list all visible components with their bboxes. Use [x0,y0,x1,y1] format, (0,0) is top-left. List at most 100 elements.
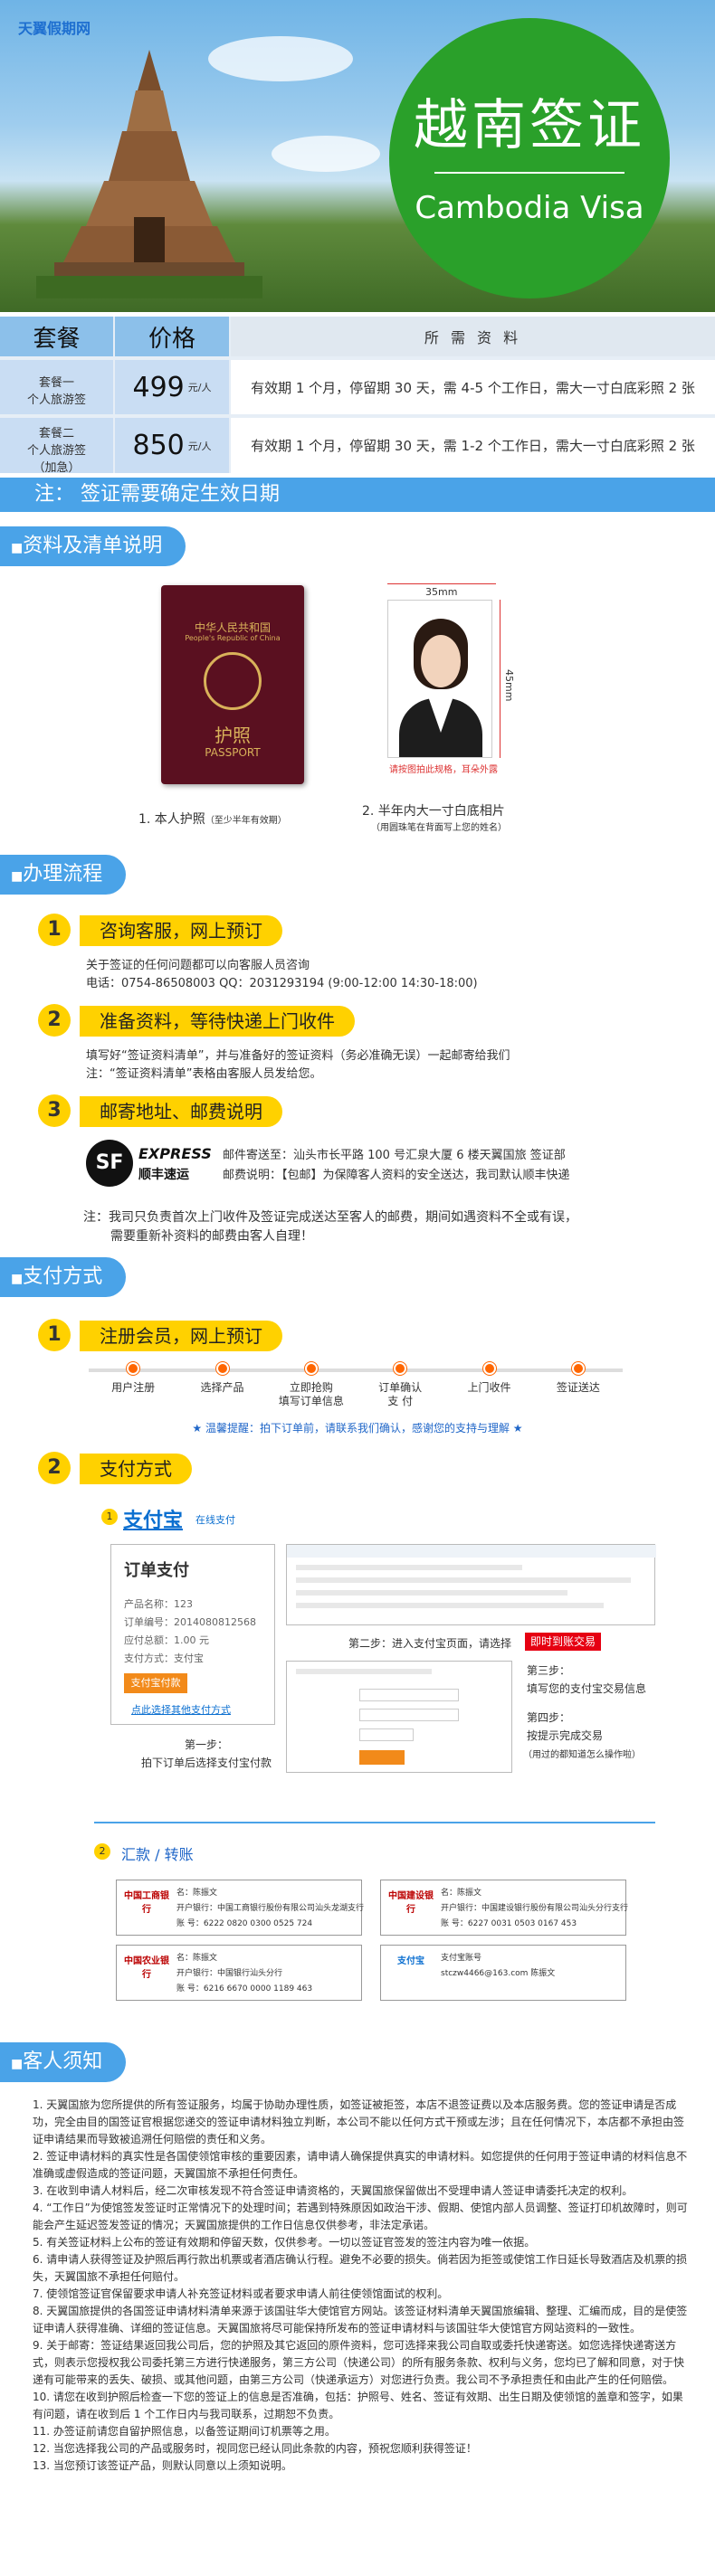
divider [94,1822,655,1823]
alipay-pay-button[interactable]: 支付宝付款 [124,1673,187,1693]
package-name: 套餐一 [38,376,74,390]
cloud [272,136,380,172]
step-b-label: 第二步：进入支付宝页面，请选择 [348,1637,512,1650]
price-2: 850 元/人 [115,418,229,473]
price-unit: 元/人 [187,440,212,452]
step-d-desc: 按提示完成交易 [527,1729,604,1742]
instant-transfer-button[interactable]: 即时到账交易 [525,1633,602,1651]
notice-item: 11. 办签证前请您自留护照信息，以备签证期间订机票等之用。 [33,2425,336,2438]
step-title-3: 邮寄地址、邮费说明 [80,1096,282,1127]
flow-step-dot [571,1362,585,1375]
section-title: ■资料及清单说明 [0,526,186,566]
notice-list: 1. 天翼国旅为您所提供的所有签证服务，均属于协助办理性质，如签证被拒签，本店不… [33,2097,693,2475]
header-package: 套餐 [0,317,113,356]
process-footnote-2: 需要重新补资料的邮费由客人自理！ [110,1229,313,1244]
flow-step-label: 上门收件 [467,1381,511,1394]
package-sub2: （加急） [33,461,81,475]
notice-item: 9. 关于邮寄：签证结果返回我公司后，您的护照及其它返回的原件资料，您可选择来我… [33,2339,685,2386]
notice-item: 5. 有关签证材料上公布的签证有效期和停留天数，仅供参考。一切以签证官签发的签注… [33,2236,536,2249]
step-number-1: 1 [38,914,71,946]
bank-logo: 中国工商银行 [124,1891,169,1915]
step-title-2: 准备资料，等待快递上门收件 [80,1006,355,1037]
site-logo[interactable]: 天翼假期网 [18,16,91,38]
bank-line: 开户银行：中国银行汕头分行 [176,1969,283,1978]
notice-item: 6. 请申请人获得签证及护照后再行款出机票或者酒店确认行程。避免不必要的损失。倘… [33,2253,688,2283]
pay-step-number-1: 1 [38,1319,71,1351]
material-item-2: 2. 半年内大一寸白底相片 [362,804,505,819]
notice-item: 4. “工作日”为使馆签发签证时正常情况下的处理时间；若遇到特殊原因如政治干涉、… [33,2202,688,2231]
flow-step-label: 用户注册 [111,1381,156,1394]
bank-logo: 中国建设银行 [388,1891,434,1915]
bank-line: 账 号：6216 6670 0000 1189 463 [176,1984,313,1994]
flow-step-dot [482,1362,496,1375]
package-2: 套餐二 个人旅游签 （加急） [0,418,113,475]
other-payment-link[interactable]: 点此选择其他支付方式 [131,1702,231,1717]
flow-step-label: 订单确认 支 付 [378,1381,423,1407]
price-value: 499 [132,371,185,403]
step3-line1: 邮件寄送至：汕头市长平路 100 号汇泉大厦 6 楼天翼国旅 签证部 [223,1149,566,1162]
photo-caption: 请按图拍此规格，耳朵外露 [389,765,498,775]
bank-line: 名：陈振文 [441,1889,482,1898]
package-1: 套餐一 个人旅游签 [0,360,113,414]
notice-item: 13. 当您预订该签证产品，则默认同意以上须知说明。 [33,2459,292,2472]
section-title: ■客人须知 [0,2042,127,2082]
flow-step-dot [304,1362,318,1375]
order-flow: 用户注册 选择产品 立即抢购 填写订单信息 订单确认 支 付 上门收件 签证送达 [89,1361,623,1416]
step3-line2: 邮费说明：【包邮】为保障客人资料的安全送达，我司默认顺丰快递 [223,1169,570,1182]
pay-step-title-1: 注册会员，网上预订 [80,1321,282,1351]
id-photo [387,600,492,758]
alipay-online: 在线支付 [195,1514,235,1526]
step2-line1: 填写好“签证资料清单”，并与准备好的签证资料（务必准确无误）一起邮寄给我们 [86,1049,510,1063]
price-1: 499 元/人 [115,360,229,414]
notice-item: 3. 在收到申请人材料后，经二次审核发现不符合签证申请资格的，天翼国旅保留做出不… [33,2184,634,2197]
flow-step-label: 立即抢购 填写订单信息 [278,1381,344,1407]
alipay-number: 1 [101,1509,118,1525]
alipay-logo: 支付宝 [123,1510,184,1532]
step-d-label: 第四步： [527,1711,571,1724]
flow-step-dot [394,1362,407,1375]
bank-line: 名：陈振文 [176,1889,218,1898]
step-number-2: 2 [38,1004,71,1037]
flow-step-dot [215,1362,229,1375]
section-title: ■办理流程 [0,855,127,895]
step-a-label: 第一步： [184,1738,228,1751]
process-footnote-1: 注：我司只负责首次上门收件及签证完成送达至客人的邮费，期间如遇资料不全或有误， [83,1210,577,1225]
step2-line2: 注：“签证资料清单”表格由客服人员发给您。 [86,1067,322,1081]
material-item-1: 1. 本人护照（至少半年有效期） [138,812,287,827]
section-materials: ■资料及清单说明 [0,526,715,566]
pay-step-title-2: 支付方式 [80,1454,192,1484]
section-notice: ■客人须知 [0,2042,715,2082]
section-title: ■支付方式 [0,1257,127,1297]
header-docs: 所 需 资 料 [231,317,715,356]
bank-line: 名：陈振文 [176,1954,218,1963]
flow-tip: ★ 温馨提醒：拍下订单前，请联系我们确认，感谢您的支持与理解 ★ [192,1422,523,1435]
emblem-icon [204,652,262,710]
page-title: 越南签证 [414,94,645,157]
flow-step-dot [127,1362,140,1375]
alipay-cashier-screenshot [286,1544,656,1625]
bank-line: stczw4466@163.com 陈振文 [441,1969,556,1978]
order-title: 订单支付 [124,1561,189,1580]
page-subtitle: Cambodia Visa [415,190,644,226]
sf-express-logo: SF EXPRESS 顺丰速运 [86,1140,212,1187]
header-price: 价格 [115,317,229,356]
package-name: 套餐二 [38,427,74,440]
bank-line: 开户银行：中国工商银行股份有限公司汕头龙湖支行 [176,1904,365,1913]
bank-card: 中国建设银行 名：陈振文 开户银行：中国建设银行股份有限公司汕头分行支行账 号：62… [380,1880,628,1936]
bank-card: 中国工商银行 名：陈振文 开户银行：中国工商银行股份有限公司汕头龙湖支行账 号：62… [116,1880,365,1936]
bank-logo: 支付宝 [397,1956,424,1966]
bank-line: 支付宝账号 [441,1954,482,1963]
order-info: 产品名称：123 订单编号：2014080812568 应付总额：1.00 元 … [124,1598,256,1664]
material-item-2-note: （用圆珠笔在背面写上您的姓名） [371,823,507,833]
step1-line1: 关于签证的任何问题都可以向客服人员咨询 [86,959,310,972]
notice-item: 2. 签证申请材料的真实性是各国使领馆审核的重要因素，请申请人确保提供真实的申请… [33,2150,688,2180]
photo-height-label: 45mm [503,669,515,702]
bank-line: 账 号：6227 0031 0503 0167 453 [441,1919,577,1928]
price-table: 套餐 价格 所 需 资 料 套餐一 个人旅游签 499 元/人 有效期 1 个月… [0,317,715,475]
package-sub: 个人旅游签 [26,444,86,458]
photo-width-label: 35mm [425,586,458,598]
section-payment: ■支付方式 [0,1257,715,1297]
notice-item: 8. 天翼国旅提供的各国签证申请材料清单来源于该国驻华大使馆官方网站。该签证材料… [33,2305,688,2334]
alipay-login-screenshot [286,1661,512,1773]
bank-logo: 中国农业银行 [124,1956,169,1980]
